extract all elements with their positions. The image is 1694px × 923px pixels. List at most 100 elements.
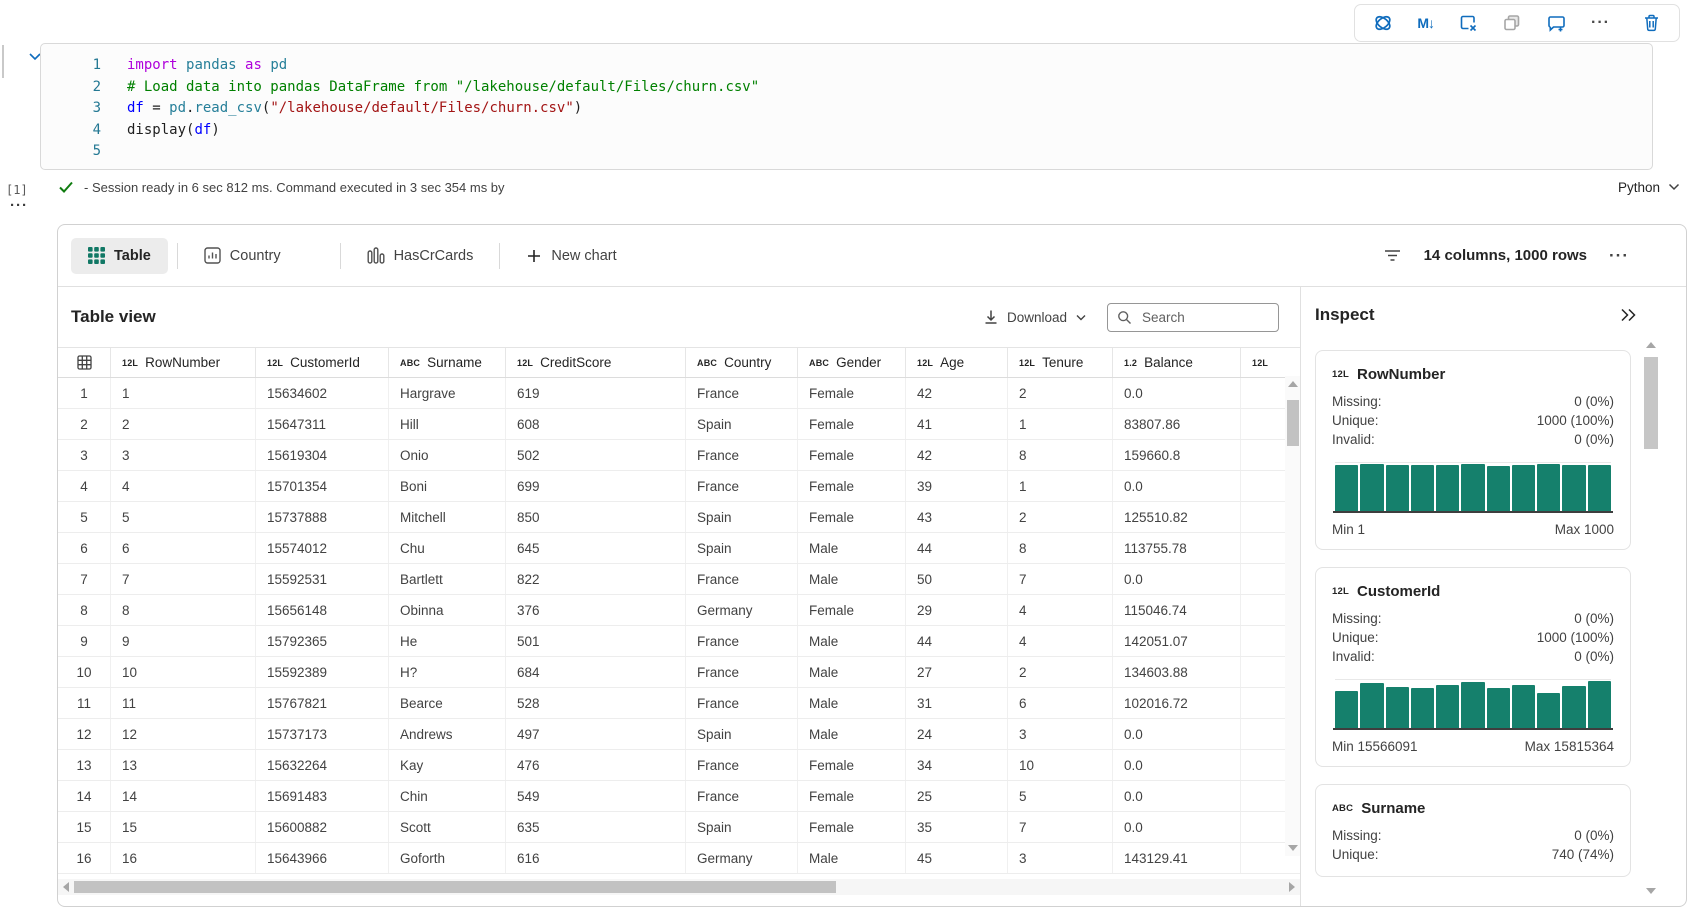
table-cell[interactable]: 0.0	[1113, 719, 1241, 749]
download-button[interactable]: Download	[983, 309, 1087, 325]
table-cell[interactable]: 2	[1008, 657, 1113, 687]
table-cell[interactable]: 15737173	[256, 719, 389, 749]
table-cell[interactable]: Male	[798, 564, 906, 594]
table-cell[interactable]: Male	[798, 719, 906, 749]
table-cell[interactable]: 497	[506, 719, 686, 749]
table-cell[interactable]: 15592531	[256, 564, 389, 594]
table-cell[interactable]: 4	[111, 471, 256, 501]
table-cell[interactable]: 0.0	[1113, 378, 1241, 408]
table-cell[interactable]: 0.0	[1113, 812, 1241, 842]
row-index[interactable]: 14	[58, 781, 111, 811]
table-cell[interactable]: Male	[798, 657, 906, 687]
table-cell[interactable]: 8	[111, 595, 256, 625]
inspect-scrollbar[interactable]	[1642, 337, 1660, 899]
table-cell[interactable]: 83807.86	[1113, 409, 1241, 439]
filter-icon[interactable]	[1383, 248, 1402, 263]
table-cell[interactable]: 0.0	[1113, 471, 1241, 501]
code-line[interactable]: 1 import pandas as pd	[41, 55, 1652, 77]
table-cell[interactable]: 159660.8	[1113, 440, 1241, 470]
table-cell[interactable]: France	[686, 440, 798, 470]
horizontal-scrollbar[interactable]	[58, 879, 1300, 895]
table-cell[interactable]: 115046.74	[1113, 595, 1241, 625]
table-cell[interactable]: Male	[798, 626, 906, 656]
table-cell[interactable]: 822	[506, 564, 686, 594]
markdown-convert-icon[interactable]: M↓	[1417, 15, 1435, 31]
code-cell[interactable]: 1 import pandas as pd 2 # Load data into pa…	[40, 43, 1653, 170]
table-cell[interactable]: Obinna	[389, 595, 506, 625]
column-header-Country[interactable]: ABC Country	[686, 348, 798, 377]
search-box[interactable]	[1107, 302, 1279, 332]
table-cell[interactable]: 29	[906, 595, 1008, 625]
table-cell[interactable]: 44	[906, 533, 1008, 563]
table-cell[interactable]: France	[686, 626, 798, 656]
table-cell[interactable]: 684	[506, 657, 686, 687]
table-cell[interactable]: 134603.88	[1113, 657, 1241, 687]
table-cell[interactable]: France	[686, 471, 798, 501]
table-cell[interactable]: Female	[798, 595, 906, 625]
table-cell[interactable]: 41	[906, 409, 1008, 439]
table-cell[interactable]: Female	[798, 750, 906, 780]
table-cell[interactable]: 14	[111, 781, 256, 811]
table-cell[interactable]: 4	[1008, 595, 1113, 625]
table-cell[interactable]: Germany	[686, 843, 798, 873]
cell-more-icon[interactable]: ···	[10, 197, 28, 214]
table-cell[interactable]: Spain	[686, 502, 798, 532]
table-cell[interactable]: 0.0	[1113, 750, 1241, 780]
table-row[interactable]: 10 10 15592389 H? 684 France Male 27 2 134603.88	[58, 657, 1301, 688]
row-index[interactable]: 6	[58, 533, 111, 563]
table-cell[interactable]: 15767821	[256, 688, 389, 718]
table-cell[interactable]: 6	[111, 533, 256, 563]
table-cell[interactable]: Bartlett	[389, 564, 506, 594]
table-cell[interactable]: 15656148	[256, 595, 389, 625]
table-cell[interactable]: 42	[906, 378, 1008, 408]
table-cell[interactable]: 8	[1008, 440, 1113, 470]
table-cell[interactable]: 5	[1008, 781, 1113, 811]
table-cell[interactable]: Germany	[686, 595, 798, 625]
table-cell[interactable]: 0.0	[1113, 781, 1241, 811]
table-cell[interactable]: Chin	[389, 781, 506, 811]
table-cell[interactable]: 15691483	[256, 781, 389, 811]
table-cell[interactable]: 616	[506, 843, 686, 873]
table-cell[interactable]: Female	[798, 502, 906, 532]
table-cell[interactable]: 4	[1008, 626, 1113, 656]
column-header-Surname[interactable]: ABC Surname	[389, 348, 506, 377]
language-picker[interactable]: Python	[1618, 180, 1687, 195]
table-cell[interactable]: Female	[798, 378, 906, 408]
table-cell[interactable]: 10	[1008, 750, 1113, 780]
table-row[interactable]: 4 4 15701354 Boni 699 France Female 39 1 0.0	[58, 471, 1301, 502]
table-cell[interactable]: 15634602	[256, 378, 389, 408]
table-row[interactable]: 8 8 15656148 Obinna 376 Germany Female 29 4 11504…	[58, 595, 1301, 626]
table-cell[interactable]: 1	[1008, 409, 1113, 439]
row-index[interactable]: 2	[58, 409, 111, 439]
table-cell[interactable]: 15647311	[256, 409, 389, 439]
select-all-header[interactable]	[58, 348, 111, 377]
row-index[interactable]: 7	[58, 564, 111, 594]
table-cell[interactable]: 376	[506, 595, 686, 625]
row-index[interactable]: 8	[58, 595, 111, 625]
table-cell[interactable]: Spain	[686, 533, 798, 563]
table-cell[interactable]: 608	[506, 409, 686, 439]
table-cell[interactable]: 15701354	[256, 471, 389, 501]
table-cell[interactable]: 2	[1008, 378, 1113, 408]
table-cell[interactable]: 44	[906, 626, 1008, 656]
add-comment-icon[interactable]	[1546, 13, 1567, 33]
table-cell[interactable]: 113755.78	[1113, 533, 1241, 563]
table-cell[interactable]: 15	[111, 812, 256, 842]
table-cell[interactable]: 9	[111, 626, 256, 656]
table-cell[interactable]: 11	[111, 688, 256, 718]
table-cell[interactable]: 3	[1008, 719, 1113, 749]
clear-output-icon[interactable]	[1458, 13, 1478, 33]
duplicate-cell-icon[interactable]	[1502, 13, 1522, 33]
table-cell[interactable]: 39	[906, 471, 1008, 501]
column-header-clipped[interactable]: 12L	[1241, 348, 1301, 377]
column-header-CustomerId[interactable]: 12L CustomerId	[256, 348, 389, 377]
table-cell[interactable]: 50	[906, 564, 1008, 594]
table-cell[interactable]: 2	[1008, 502, 1113, 532]
table-cell[interactable]: 2	[111, 409, 256, 439]
table-cell[interactable]: France	[686, 378, 798, 408]
row-index[interactable]: 9	[58, 626, 111, 656]
horizontal-scrollbar-thumb[interactable]	[74, 881, 836, 893]
table-row[interactable]: 16 16 15643966 Goforth 616 Germany Male 45 3 1431…	[58, 843, 1301, 874]
tab-country[interactable]: Country	[187, 238, 298, 274]
table-cell[interactable]: France	[686, 564, 798, 594]
